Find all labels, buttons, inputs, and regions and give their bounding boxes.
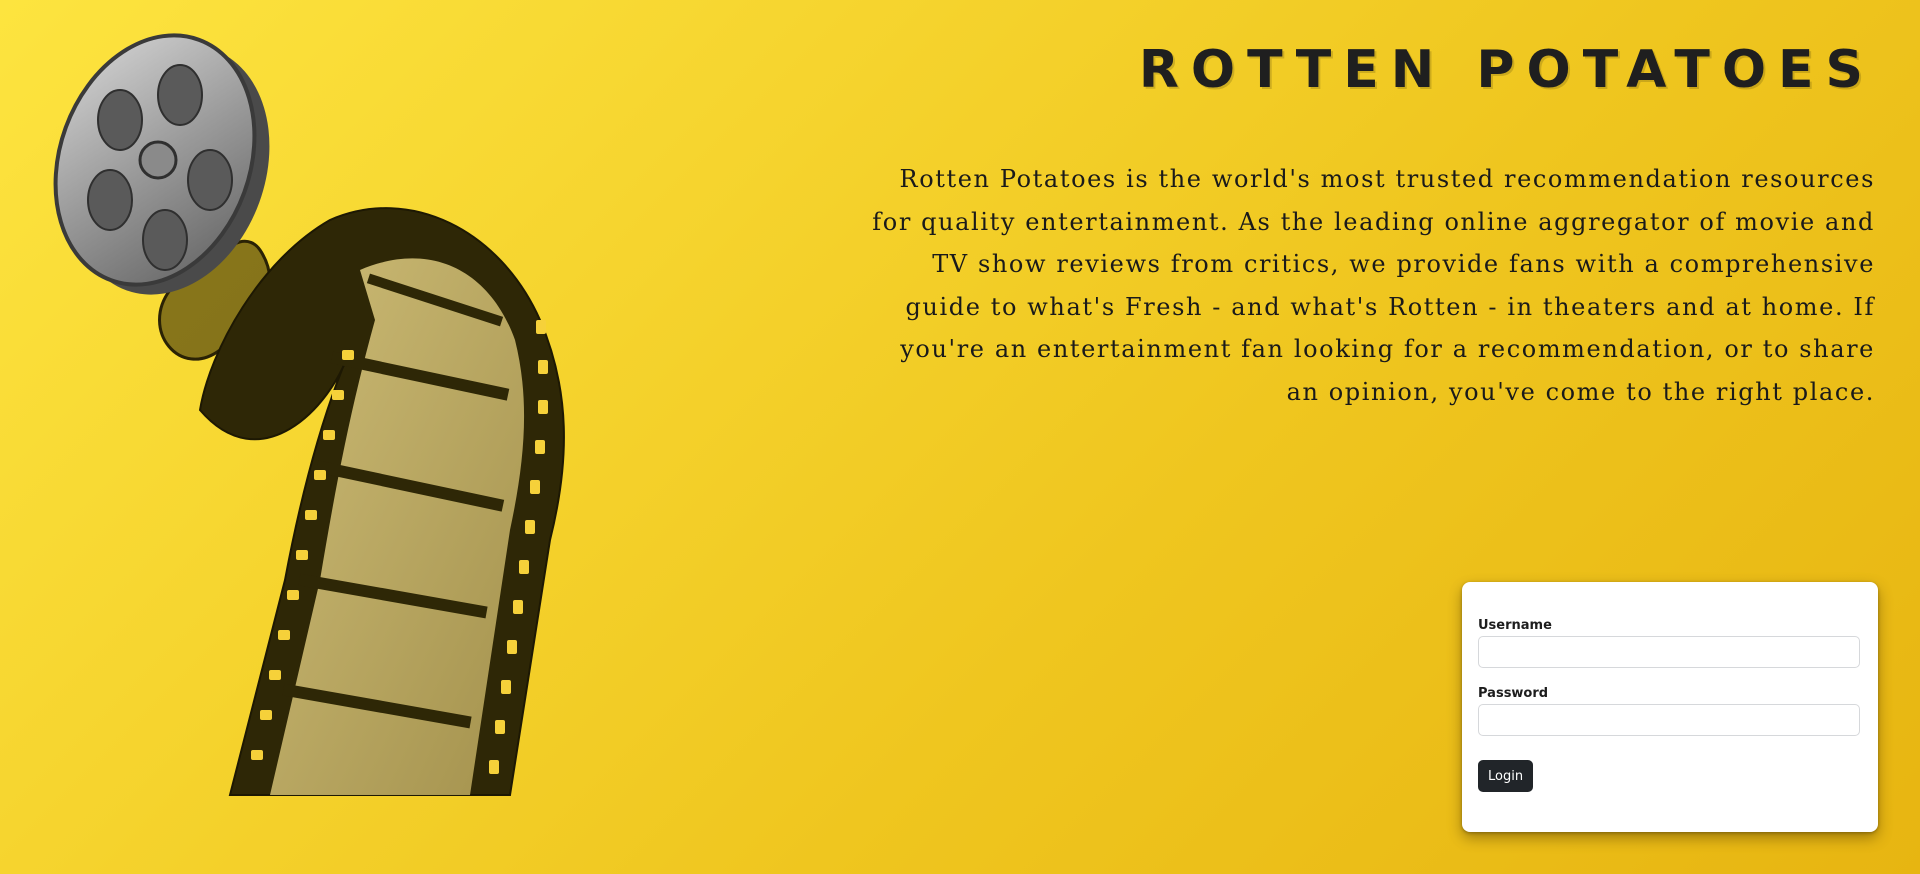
username-label: Username xyxy=(1478,618,1552,633)
film-reel-icon xyxy=(53,33,565,796)
film-strip xyxy=(158,207,565,796)
site-title: ROTTEN POTATOES xyxy=(1138,40,1875,100)
password-input[interactable] xyxy=(1478,704,1860,736)
username-input[interactable] xyxy=(1478,636,1860,668)
password-label: Password xyxy=(1478,686,1549,701)
about-description: Rotten Potatoes is the world's most trus… xyxy=(872,165,1875,406)
login-form: Username Password Login xyxy=(1462,582,1878,832)
login-button[interactable]: Login xyxy=(1478,760,1534,792)
